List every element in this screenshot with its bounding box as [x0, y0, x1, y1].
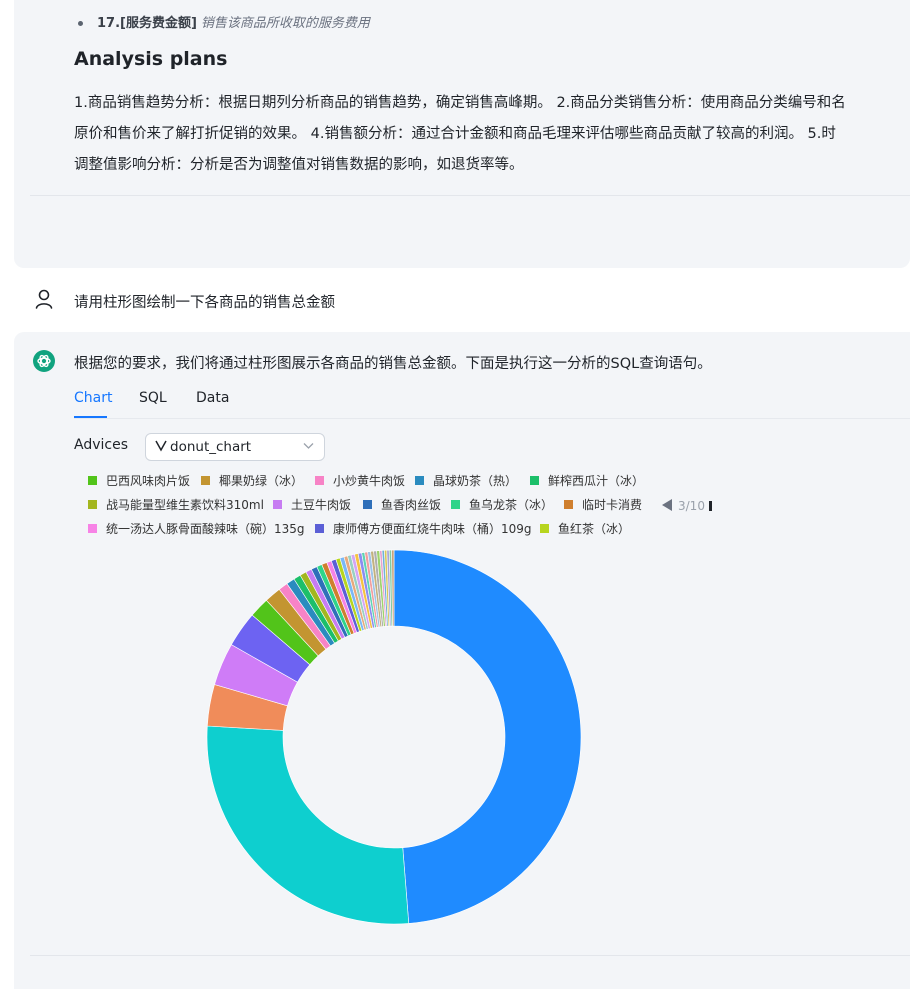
- analysis-plans-text: 1.商品销售趋势分析：根据日期列分析商品的销售趋势，确定销售高峰期。 2.商品分…: [74, 88, 910, 181]
- legend-swatch: [363, 500, 372, 509]
- plan-line: 原价和售价来了解打折促销的效果。 4.销售额分析：通过合计金额和商品毛理来评估哪…: [74, 126, 836, 142]
- tabs-divider: [74, 418, 910, 419]
- legend-label: 鱼乌龙茶（冰）: [469, 498, 554, 512]
- legend-swatch: [201, 476, 210, 485]
- donut-slice[interactable]: [206, 725, 410, 925]
- legend-label: 康师傅方便面红烧牛肉味（桶）109g: [333, 522, 532, 536]
- dropdown-arrow-icon: [303, 443, 314, 449]
- analysis-plans-heading: Analysis plans: [74, 48, 228, 70]
- field-description: 销售该商品所收取的服务费用: [200, 16, 370, 31]
- donut-slice[interactable]: [393, 549, 582, 924]
- legend-swatch: [564, 500, 573, 509]
- legend-swatch: [540, 524, 549, 533]
- field-description-item: 17.[服务费金额] 销售该商品所收取的服务费用: [78, 12, 370, 31]
- message-divider: [30, 195, 910, 196]
- legend-swatch: [88, 524, 97, 533]
- user-avatar-icon: [35, 289, 53, 309]
- legend-label: 巴西风味肉片饭: [106, 474, 191, 488]
- chart-type-select[interactable]: donut_chart: [145, 433, 325, 461]
- advices-label: Advices: [74, 437, 128, 453]
- tab-chart[interactable]: Chart: [74, 390, 112, 406]
- user-message: 请用柱形图绘制一下各商品的销售总金额: [0, 280, 910, 320]
- field-number: 17.[服务费金额]: [97, 16, 197, 31]
- legend-page-indicator: 3/10: [678, 499, 705, 513]
- legend-label: 鲜榨西瓜汁（冰）: [548, 474, 645, 488]
- chart-type-value: donut_chart: [170, 439, 252, 455]
- legend-swatch: [530, 476, 539, 485]
- assistant-message-text: 根据您的要求，我们将通过柱形图展示各商品的销售总金额。下面是执行这一分析的SQL…: [74, 356, 712, 372]
- legend-swatch: [88, 476, 97, 485]
- legend-swatch: [273, 500, 282, 509]
- assistant-avatar-icon: [33, 350, 55, 372]
- plan-line: 调整值影响分析：分析是否为调整值对销售数据的影响，如退货率等。: [74, 157, 524, 173]
- tab-data[interactable]: Data: [196, 390, 229, 406]
- legend-label: 小炒黄牛肉饭: [333, 474, 406, 488]
- legend-swatch: [315, 476, 324, 485]
- legend-label: 鱼红茶（冰）: [558, 522, 631, 536]
- donut-chart: [206, 549, 582, 925]
- legend-label: 临时卡消费: [582, 498, 643, 512]
- legend-label: 晶球奶茶（热）: [433, 474, 518, 488]
- legend-label: 战马能量型维生素饮料310ml: [106, 498, 264, 512]
- bullet-dot: [78, 21, 83, 26]
- legend-next-page-icon[interactable]: [708, 501, 712, 511]
- message-divider: [30, 955, 910, 956]
- plan-line: 1.商品销售趋势分析：根据日期列分析商品的销售趋势，确定销售高峰期。 2.商品分…: [74, 95, 846, 111]
- chevron-down-icon: [155, 440, 167, 452]
- legend-swatch: [88, 500, 97, 509]
- legend-swatch: [415, 476, 424, 485]
- legend-label: 椰果奶绿（冰）: [219, 474, 304, 488]
- legend-swatch: [315, 524, 324, 533]
- legend-swatch: [451, 500, 460, 509]
- legend-label: 统一汤达人豚骨面酸辣味（碗）135g: [106, 522, 305, 536]
- legend-pager: 3/10: [662, 499, 712, 513]
- legend-label: 土豆牛肉饭: [291, 498, 352, 512]
- user-message-text: 请用柱形图绘制一下各商品的销售总金额: [74, 295, 335, 311]
- legend-label: 鱼香肉丝饭: [381, 498, 442, 512]
- tab-sql[interactable]: SQL: [139, 390, 167, 406]
- legend-prev-page-icon[interactable]: [662, 499, 672, 511]
